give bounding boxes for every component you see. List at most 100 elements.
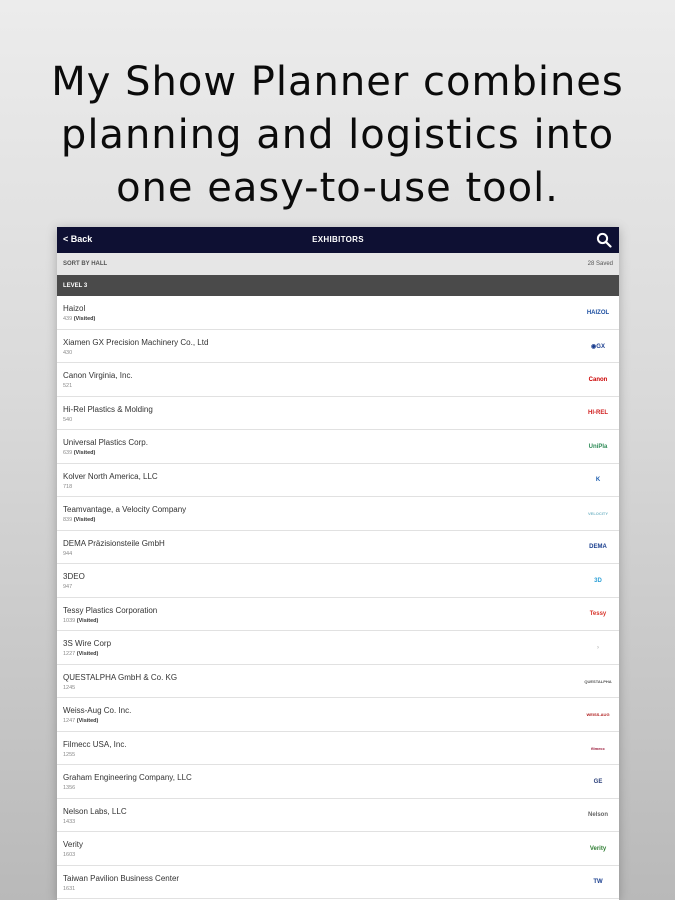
booth-info: 430 — [63, 350, 72, 356]
exhibitor-name: QUESTALPHA GmbH & Co. KG — [63, 672, 178, 682]
booth-info: 1039 (Visited) — [63, 618, 98, 624]
booth-info: 639 (Visited) — [63, 450, 95, 456]
booth-info: 947 — [63, 584, 72, 590]
booth-number: 430 — [63, 349, 73, 356]
booth-number: 521 — [63, 383, 73, 389]
exhibitor-logo: DEMA — [589, 544, 607, 550]
search-icon[interactable] — [596, 232, 612, 248]
list-item[interactable]: Filmecc USA, Inc. 1255 filmecc — [57, 732, 619, 765]
booth-number: 947 — [63, 584, 73, 590]
exhibitor-logo: WEISS-AUG — [586, 712, 610, 717]
booth-number: 1227 — [63, 651, 76, 657]
booth-info: 1603 — [63, 852, 75, 858]
list-item[interactable]: Taiwan Pavilion Business Center 1631 TW — [57, 866, 619, 899]
exhibitor-name: Universal Plastics Corp. — [63, 438, 148, 447]
booth-number: 1247 — [63, 718, 76, 724]
booth-info: 1227 (Visited) — [63, 651, 98, 657]
booth-info: 1245 — [63, 685, 75, 691]
booth-number: 944 — [63, 550, 73, 557]
list-item[interactable]: Hi-Rel Plastics & Molding 540 HI-REL — [57, 397, 619, 430]
exhibitor-name: Teamvantage, a Velocity Company — [63, 505, 187, 514]
exhibitor-logo: 3D — [594, 577, 602, 584]
list-item[interactable]: Teamvantage, a Velocity Company 839 (Visi… — [57, 497, 619, 531]
exhibitor-logo: › — [597, 644, 599, 651]
booth-number: 1603 — [63, 852, 76, 858]
booth-number: 439 — [63, 316, 73, 322]
booth-number: 839 — [63, 517, 73, 523]
visited-badge: (Visited) — [76, 718, 99, 724]
exhibitor-list: Haizol 439 (Visited) HAIZOL Xiamen GX Preci… — [57, 296, 619, 899]
booth-info: 1247 (Visited) — [63, 718, 98, 724]
booth-number: 1433 — [63, 818, 76, 825]
app-screen: < Back EXHIBITORS SORT BY HALL 28 Saved … — [57, 227, 619, 900]
booth-number: 1245 — [63, 684, 76, 691]
booth-info: 521 — [63, 383, 72, 389]
list-item[interactable]: Graham Engineering Company, LLC 1356 GE — [57, 765, 619, 799]
exhibitor-logo: UniPla — [588, 443, 608, 450]
list-item[interactable]: 3S Wire Corp 1227 (Visited) › — [57, 631, 619, 665]
list-item[interactable]: Universal Plastics Corp. 639 (Visited) Uni… — [57, 430, 619, 464]
booth-number: 540 — [63, 416, 73, 423]
list-item[interactable]: Canon Virginia, Inc. 521 Canon — [57, 363, 619, 397]
exhibitor-logo: VELOCITY — [587, 511, 608, 516]
booth-number: 1356 — [63, 785, 76, 791]
headline-line-3: one easy-to-use tool. — [116, 165, 559, 211]
booth-number: 1039 — [63, 617, 76, 624]
section-header: LEVEL 3 — [57, 275, 619, 296]
page-title: EXHIBITORS — [312, 235, 364, 244]
visited-badge: (Visited) — [76, 651, 99, 657]
section-label: LEVEL 3 — [63, 283, 88, 289]
exhibitor-name: Haizol — [63, 304, 86, 313]
exhibitor-name: Tessy Plastics Corporation — [63, 605, 158, 615]
headline-line-1: My Show Planner combines — [51, 59, 624, 105]
booth-info: 1433 — [63, 819, 75, 825]
exhibitor-name: Hi-Rel Plastics & Molding — [63, 404, 153, 414]
list-item[interactable]: QUESTALPHA GmbH & Co. KG 1245 QUESTALPHA — [57, 665, 619, 698]
exhibitor-name: Nelson Labs, LLC — [63, 806, 127, 816]
list-item[interactable]: Haizol 439 (Visited) HAIZOL — [57, 296, 619, 330]
booth-number: 639 — [63, 450, 73, 456]
exhibitor-name: 3S Wire Corp — [63, 639, 112, 648]
exhibitor-name: Xiamen GX Precision Machinery Co., Ltd — [63, 337, 209, 347]
exhibitor-logo: filmecc — [591, 745, 605, 751]
visited-badge: (Visited) — [76, 617, 99, 624]
list-item[interactable]: Verity 1603 Verity — [57, 832, 619, 866]
exhibitor-name: Taiwan Pavilion Business Center — [63, 873, 180, 883]
booth-info: 1631 — [63, 886, 75, 892]
marketing-headline: My Show Planner combines planning and lo… — [0, 56, 675, 215]
exhibitor-logo: TW — [593, 879, 603, 885]
booth-number: 718 — [63, 483, 73, 490]
exhibitor-logo: Canon — [588, 376, 608, 383]
sort-bar: SORT BY HALL 28 Saved — [57, 253, 619, 275]
list-item[interactable]: 3DEO 947 3D — [57, 564, 619, 598]
headline-line-2: planning and logistics into — [60, 112, 615, 158]
exhibitor-logo: HI-REL — [588, 410, 608, 416]
exhibitor-logo: HAIZOL — [586, 309, 610, 316]
list-item[interactable]: Weiss-Aug Co. Inc. 1247 (Visited) WEISS-AU… — [57, 698, 619, 732]
exhibitor-logo: GE — [593, 778, 603, 785]
exhibitor-name: DEMA Präzisionsteile GmbH — [63, 538, 165, 548]
booth-info: 944 — [63, 551, 72, 557]
list-item[interactable]: Xiamen GX Precision Machinery Co., Ltd 43… — [57, 330, 619, 363]
booth-info: 439 (Visited) — [63, 316, 95, 322]
booth-number: 1631 — [63, 885, 76, 892]
saved-count: 28 Saved — [587, 261, 613, 267]
list-item[interactable]: Tessy Plastics Corporation 1039 (Visited)… — [57, 598, 619, 631]
booth-info: 839 (Visited) — [63, 517, 95, 523]
exhibitor-name: Graham Engineering Company, LLC — [63, 773, 192, 782]
list-item[interactable]: DEMA Präzisionsteile GmbH 944 DEMA — [57, 531, 619, 564]
visited-badge: (Visited) — [73, 316, 96, 322]
booth-info: 1255 — [63, 752, 75, 758]
exhibitor-logo: Verity — [589, 845, 607, 852]
list-item[interactable]: Kolver North America, LLC 718 K — [57, 464, 619, 497]
booth-info: 718 — [63, 484, 72, 490]
exhibitor-name: Filmecc USA, Inc. — [63, 739, 127, 749]
visited-badge: (Visited) — [73, 517, 96, 523]
booth-number: 1255 — [63, 751, 76, 758]
exhibitor-name: Verity — [63, 840, 84, 849]
sort-by-hall-button[interactable]: SORT BY HALL — [63, 261, 107, 267]
exhibitor-name: 3DEO — [63, 572, 85, 581]
list-item[interactable]: Nelson Labs, LLC 1433 Nelson — [57, 799, 619, 832]
exhibitor-name: Weiss-Aug Co. Inc. — [63, 706, 132, 715]
visited-badge: (Visited) — [73, 450, 96, 456]
